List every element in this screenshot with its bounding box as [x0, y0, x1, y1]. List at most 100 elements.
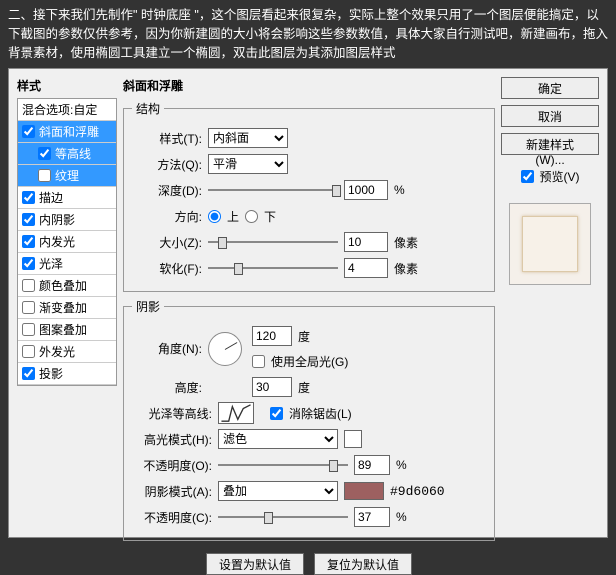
angle-label: 角度(N):: [132, 340, 202, 357]
highlight-opacity-unit: %: [396, 458, 407, 472]
altitude-input[interactable]: [252, 377, 292, 397]
highlight-mode-select[interactable]: 滤色: [218, 429, 338, 449]
style-checkbox[interactable]: [38, 147, 51, 160]
style-label: 内阴影: [39, 211, 75, 228]
shading-group: 阴影 角度(N): 度 使用全局光(G) 高度:: [123, 298, 495, 541]
style-select[interactable]: 内斜面: [208, 128, 288, 148]
angle-input[interactable]: [252, 326, 292, 346]
style-label: 纹理: [55, 167, 79, 184]
style-label: 图案叠加: [39, 321, 87, 338]
shadow-opacity-input[interactable]: [354, 507, 390, 527]
shadow-mode-select[interactable]: 叠加: [218, 481, 338, 501]
style-item-外发光[interactable]: 外发光: [18, 341, 116, 363]
preview-thumbnail: [509, 203, 591, 285]
style-checkbox[interactable]: [22, 191, 35, 204]
gloss-contour-label: 光泽等高线:: [132, 405, 212, 422]
depth-slider[interactable]: [208, 183, 338, 197]
angle-control[interactable]: [208, 332, 242, 366]
direction-down-label: 下: [264, 208, 276, 225]
shadow-opacity-label: 不透明度(C):: [132, 509, 212, 526]
style-checkbox[interactable]: [22, 125, 35, 138]
size-label: 大小(Z):: [132, 234, 202, 251]
gloss-contour-picker[interactable]: [218, 402, 254, 424]
style-item-内发光[interactable]: 内发光: [18, 231, 116, 253]
styles-list: 混合选项:自定 斜面和浮雕等高线纹理描边内阴影内发光光泽颜色叠加渐变叠加图案叠加…: [17, 98, 117, 386]
shadow-mode-label: 阴影模式(A):: [132, 483, 212, 500]
style-item-斜面和浮雕[interactable]: 斜面和浮雕: [18, 121, 116, 143]
size-slider[interactable]: [208, 235, 338, 249]
style-label: 描边: [39, 189, 63, 206]
method-select[interactable]: 平滑: [208, 154, 288, 174]
style-label: 外发光: [39, 343, 75, 360]
shadow-opacity-unit: %: [396, 510, 407, 524]
style-checkbox[interactable]: [22, 323, 35, 336]
reset-default-button[interactable]: 复位为默认值: [314, 553, 412, 575]
angle-unit: 度: [298, 328, 310, 345]
style-checkbox[interactable]: [22, 367, 35, 380]
style-item-内阴影[interactable]: 内阴影: [18, 209, 116, 231]
style-item-光泽[interactable]: 光泽: [18, 253, 116, 275]
layer-style-dialog: 样式 混合选项:自定 斜面和浮雕等高线纹理描边内阴影内发光光泽颜色叠加渐变叠加图…: [8, 68, 608, 538]
soften-slider[interactable]: [208, 261, 338, 275]
style-item-投影[interactable]: 投影: [18, 363, 116, 385]
altitude-label: 高度:: [132, 379, 202, 396]
highlight-color-swatch[interactable]: [344, 430, 362, 448]
shadow-color-swatch[interactable]: [344, 482, 384, 500]
style-item-等高线[interactable]: 等高线: [18, 143, 116, 165]
action-panel: 确定 取消 新建样式(W)... 预览(V): [501, 77, 599, 529]
shadow-opacity-slider[interactable]: [218, 510, 348, 524]
direction-label: 方向:: [132, 208, 202, 225]
style-item-描边[interactable]: 描边: [18, 187, 116, 209]
soften-label: 软化(F):: [132, 260, 202, 277]
direction-up-radio[interactable]: [208, 210, 221, 223]
highlight-opacity-slider[interactable]: [218, 458, 348, 472]
make-default-button[interactable]: 设置为默认值: [206, 553, 304, 575]
style-checkbox[interactable]: [22, 345, 35, 358]
size-input[interactable]: [344, 232, 388, 252]
style-checkbox[interactable]: [38, 169, 51, 182]
ok-button[interactable]: 确定: [501, 77, 599, 99]
depth-input[interactable]: [344, 180, 388, 200]
style-item-图案叠加[interactable]: 图案叠加: [18, 319, 116, 341]
size-unit: 像素: [394, 234, 418, 251]
style-label: 样式(T):: [132, 130, 202, 147]
soften-unit: 像素: [394, 260, 418, 277]
depth-label: 深度(D):: [132, 182, 202, 199]
antialias-label: 消除锯齿(L): [289, 405, 352, 422]
cancel-button[interactable]: 取消: [501, 105, 599, 127]
shading-legend: 阴影: [132, 298, 164, 315]
structure-group: 结构 样式(T): 内斜面 方法(Q): 平滑 深度(D): % 方向: 上 下: [123, 100, 495, 292]
style-label: 光泽: [39, 255, 63, 272]
direction-down-radio[interactable]: [245, 210, 258, 223]
style-label: 斜面和浮雕: [39, 123, 99, 140]
blend-options[interactable]: 混合选项:自定: [18, 99, 116, 121]
depth-unit: %: [394, 183, 405, 197]
style-label: 等高线: [55, 145, 91, 162]
style-item-纹理[interactable]: 纹理: [18, 165, 116, 187]
style-checkbox[interactable]: [22, 213, 35, 226]
style-checkbox[interactable]: [22, 235, 35, 248]
structure-legend: 结构: [132, 100, 164, 117]
style-checkbox[interactable]: [22, 301, 35, 314]
global-light-checkbox[interactable]: [252, 355, 265, 368]
shadow-color-hex: #9d6060: [390, 484, 445, 499]
styles-panel: 样式 混合选项:自定 斜面和浮雕等高线纹理描边内阴影内发光光泽颜色叠加渐变叠加图…: [17, 77, 117, 529]
styles-heading: 样式: [17, 77, 117, 94]
style-checkbox[interactable]: [22, 279, 35, 292]
style-item-渐变叠加[interactable]: 渐变叠加: [18, 297, 116, 319]
soften-input[interactable]: [344, 258, 388, 278]
highlight-opacity-input[interactable]: [354, 455, 390, 475]
highlight-mode-label: 高光模式(H):: [132, 431, 212, 448]
panel-title: 斜面和浮雕: [123, 77, 495, 94]
antialias-checkbox[interactable]: [270, 407, 283, 420]
style-item-颜色叠加[interactable]: 颜色叠加: [18, 275, 116, 297]
new-style-button[interactable]: 新建样式(W)...: [501, 133, 599, 155]
style-label: 颜色叠加: [39, 277, 87, 294]
preview-label: 预览(V): [540, 168, 580, 185]
direction-up-label: 上: [227, 208, 239, 225]
intro-text: 二、接下来我们先制作" 时钟底座 "，这个图层看起来很复杂，实际上整个效果只用了…: [0, 0, 616, 68]
style-label: 内发光: [39, 233, 75, 250]
style-label: 渐变叠加: [39, 299, 87, 316]
preview-checkbox[interactable]: [521, 170, 534, 183]
style-checkbox[interactable]: [22, 257, 35, 270]
